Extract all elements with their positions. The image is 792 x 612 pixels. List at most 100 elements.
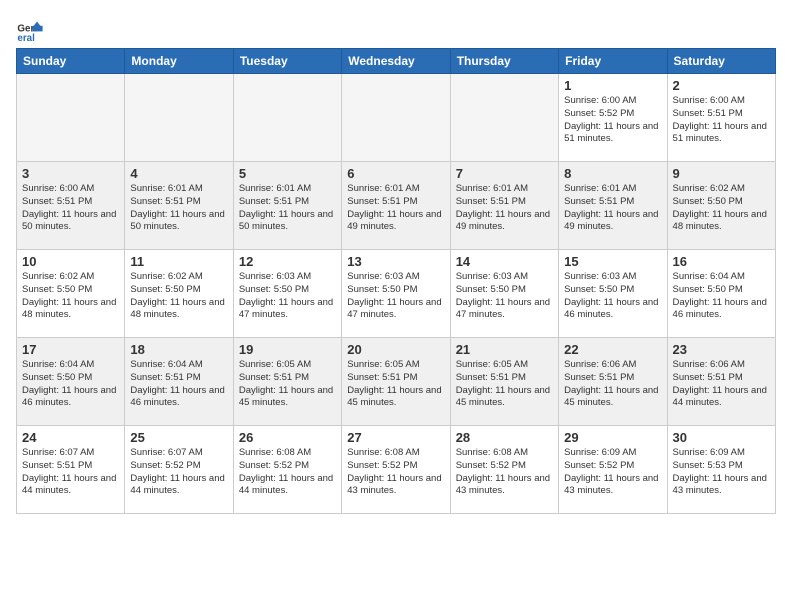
day-number: 21: [456, 342, 553, 357]
day-info: Sunrise: 6:07 AMSunset: 5:52 PMDaylight:…: [130, 447, 227, 498]
calendar-cell: 16Sunrise: 6:04 AMSunset: 5:50 PMDayligh…: [667, 250, 775, 338]
day-info: Sunrise: 6:01 AMSunset: 5:51 PMDaylight:…: [130, 183, 227, 234]
header-monday: Monday: [125, 49, 233, 74]
calendar-cell: 20 Sunrise: 6:05 AMSunset: 5:51 PMDayligh…: [342, 338, 450, 426]
calendar: SundayMondayTuesdayWednesdayThursdayFrid…: [16, 48, 776, 514]
day-number: 28: [456, 430, 553, 445]
logo-icon: Gen eral: [16, 16, 44, 44]
header-sunday: Sunday: [17, 49, 125, 74]
day-info: Sunrise: 6:03 AMSunset: 5:50 PMDaylight:…: [239, 271, 336, 322]
day-number: 10: [22, 254, 119, 269]
calendar-week-2: 3 Sunrise: 6:00 AMSunset: 5:51 PMDaylight…: [17, 162, 776, 250]
day-info: Sunrise: 6:01 AMSunset: 5:51 PMDaylight:…: [456, 183, 553, 234]
calendar-cell: 14 Sunrise: 6:03 AMSunset: 5:50 PMDayligh…: [450, 250, 558, 338]
day-number: 15: [564, 254, 661, 269]
calendar-cell: 27 Sunrise: 6:08 AMSunset: 5:52 PMDayligh…: [342, 426, 450, 514]
day-number: 12: [239, 254, 336, 269]
header-thursday: Thursday: [450, 49, 558, 74]
day-info: Sunrise: 6:02 AMSunset: 5:50 PMDaylight:…: [22, 271, 119, 322]
day-info: Sunrise: 6:03 AMSunset: 5:50 PMDaylight:…: [347, 271, 444, 322]
calendar-cell: 1Sunrise: 6:00 AMSunset: 5:52 PMDaylight…: [559, 74, 667, 162]
day-number: 5: [239, 166, 336, 181]
calendar-cell: 13 Sunrise: 6:03 AMSunset: 5:50 PMDayligh…: [342, 250, 450, 338]
day-info: Sunrise: 6:00 AMSunset: 5:51 PMDaylight:…: [673, 95, 770, 146]
day-number: 3: [22, 166, 119, 181]
calendar-cell: 22Sunrise: 6:06 AMSunset: 5:51 PMDayligh…: [559, 338, 667, 426]
calendar-week-1: 1Sunrise: 6:00 AMSunset: 5:52 PMDaylight…: [17, 74, 776, 162]
day-number: 27: [347, 430, 444, 445]
day-number: 25: [130, 430, 227, 445]
calendar-header-row: SundayMondayTuesdayWednesdayThursdayFrid…: [17, 49, 776, 74]
day-number: 17: [22, 342, 119, 357]
calendar-cell: 10 Sunrise: 6:02 AMSunset: 5:50 PMDayligh…: [17, 250, 125, 338]
day-info: Sunrise: 6:06 AMSunset: 5:51 PMDaylight:…: [564, 359, 661, 410]
day-number: 11: [130, 254, 227, 269]
calendar-cell: 23Sunrise: 6:06 AMSunset: 5:51 PMDayligh…: [667, 338, 775, 426]
day-number: 4: [130, 166, 227, 181]
calendar-cell: 2 Sunrise: 6:00 AMSunset: 5:51 PMDaylight…: [667, 74, 775, 162]
day-number: 6: [347, 166, 444, 181]
day-info: Sunrise: 6:07 AMSunset: 5:51 PMDaylight:…: [22, 447, 119, 498]
day-info: Sunrise: 6:06 AMSunset: 5:51 PMDaylight:…: [673, 359, 770, 410]
day-info: Sunrise: 6:01 AMSunset: 5:51 PMDaylight:…: [239, 183, 336, 234]
svg-text:eral: eral: [17, 33, 35, 44]
calendar-week-3: 10 Sunrise: 6:02 AMSunset: 5:50 PMDayligh…: [17, 250, 776, 338]
day-number: 18: [130, 342, 227, 357]
calendar-cell: 8 Sunrise: 6:01 AMSunset: 5:51 PMDaylight…: [559, 162, 667, 250]
calendar-week-5: 24 Sunrise: 6:07 AMSunset: 5:51 PMDayligh…: [17, 426, 776, 514]
day-number: 30: [673, 430, 770, 445]
calendar-cell: 15 Sunrise: 6:03 AMSunset: 5:50 PMDayligh…: [559, 250, 667, 338]
calendar-cell: [342, 74, 450, 162]
day-info: Sunrise: 6:01 AMSunset: 5:51 PMDaylight:…: [564, 183, 661, 234]
header-tuesday: Tuesday: [233, 49, 341, 74]
header-friday: Friday: [559, 49, 667, 74]
calendar-cell: [17, 74, 125, 162]
day-number: 29: [564, 430, 661, 445]
calendar-cell: 7 Sunrise: 6:01 AMSunset: 5:51 PMDaylight…: [450, 162, 558, 250]
calendar-cell: 9 Sunrise: 6:02 AMSunset: 5:50 PMDaylight…: [667, 162, 775, 250]
day-info: Sunrise: 6:01 AMSunset: 5:51 PMDaylight:…: [347, 183, 444, 234]
day-info: Sunrise: 6:04 AMSunset: 5:50 PMDaylight:…: [673, 271, 770, 322]
calendar-cell: 17 Sunrise: 6:04 AMSunset: 5:50 PMDayligh…: [17, 338, 125, 426]
day-number: 8: [564, 166, 661, 181]
day-number: 13: [347, 254, 444, 269]
day-number: 20: [347, 342, 444, 357]
day-info: Sunrise: 6:04 AMSunset: 5:50 PMDaylight:…: [22, 359, 119, 410]
calendar-cell: 28 Sunrise: 6:08 AMSunset: 5:52 PMDayligh…: [450, 426, 558, 514]
day-number: 2: [673, 78, 770, 93]
calendar-cell: 29 Sunrise: 6:09 AMSunset: 5:52 PMDayligh…: [559, 426, 667, 514]
calendar-cell: 24 Sunrise: 6:07 AMSunset: 5:51 PMDayligh…: [17, 426, 125, 514]
day-info: Sunrise: 6:02 AMSunset: 5:50 PMDaylight:…: [673, 183, 770, 234]
day-info: Sunrise: 6:05 AMSunset: 5:51 PMDaylight:…: [347, 359, 444, 410]
day-info: Sunrise: 6:03 AMSunset: 5:50 PMDaylight:…: [456, 271, 553, 322]
calendar-cell: 5 Sunrise: 6:01 AMSunset: 5:51 PMDaylight…: [233, 162, 341, 250]
calendar-week-4: 17 Sunrise: 6:04 AMSunset: 5:50 PMDayligh…: [17, 338, 776, 426]
logo: Gen eral: [16, 16, 48, 44]
calendar-cell: 4 Sunrise: 6:01 AMSunset: 5:51 PMDaylight…: [125, 162, 233, 250]
day-info: Sunrise: 6:08 AMSunset: 5:52 PMDaylight:…: [456, 447, 553, 498]
day-info: Sunrise: 6:08 AMSunset: 5:52 PMDaylight:…: [239, 447, 336, 498]
calendar-cell: 19Sunrise: 6:05 AMSunset: 5:51 PMDayligh…: [233, 338, 341, 426]
day-number: 19: [239, 342, 336, 357]
day-info: Sunrise: 6:09 AMSunset: 5:52 PMDaylight:…: [564, 447, 661, 498]
day-info: Sunrise: 6:05 AMSunset: 5:51 PMDaylight:…: [456, 359, 553, 410]
page-header: Gen eral: [16, 16, 776, 44]
calendar-cell: 12 Sunrise: 6:03 AMSunset: 5:50 PMDayligh…: [233, 250, 341, 338]
day-info: Sunrise: 6:08 AMSunset: 5:52 PMDaylight:…: [347, 447, 444, 498]
day-number: 14: [456, 254, 553, 269]
calendar-cell: [233, 74, 341, 162]
calendar-cell: 25 Sunrise: 6:07 AMSunset: 5:52 PMDayligh…: [125, 426, 233, 514]
calendar-cell: [125, 74, 233, 162]
day-number: 7: [456, 166, 553, 181]
day-number: 9: [673, 166, 770, 181]
day-info: Sunrise: 6:00 AMSunset: 5:51 PMDaylight:…: [22, 183, 119, 234]
calendar-cell: 6 Sunrise: 6:01 AMSunset: 5:51 PMDaylight…: [342, 162, 450, 250]
day-number: 24: [22, 430, 119, 445]
day-number: 26: [239, 430, 336, 445]
day-info: Sunrise: 6:04 AMSunset: 5:51 PMDaylight:…: [130, 359, 227, 410]
header-saturday: Saturday: [667, 49, 775, 74]
day-number: 1: [564, 78, 661, 93]
day-info: Sunrise: 6:09 AMSunset: 5:53 PMDaylight:…: [673, 447, 770, 498]
calendar-cell: 3 Sunrise: 6:00 AMSunset: 5:51 PMDaylight…: [17, 162, 125, 250]
day-info: Sunrise: 6:03 AMSunset: 5:50 PMDaylight:…: [564, 271, 661, 322]
